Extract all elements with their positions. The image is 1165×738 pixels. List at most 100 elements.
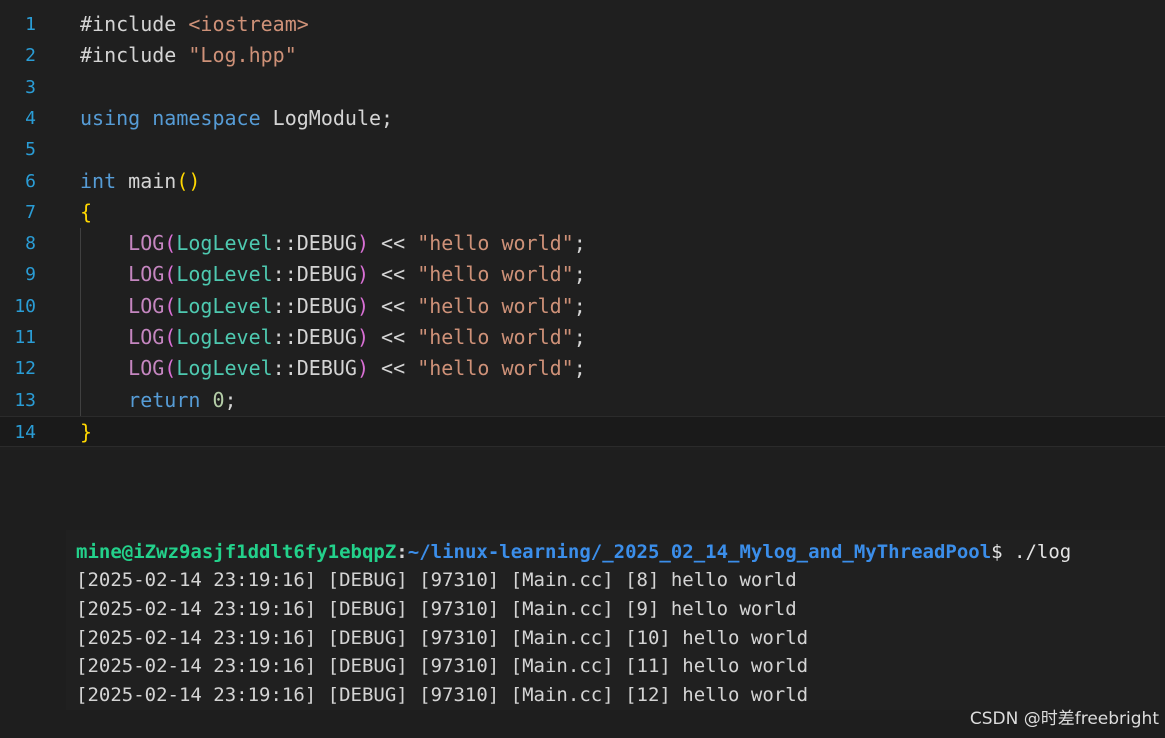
code-line[interactable]: 12 LOG(LogLevel::DEBUG) << "hello world"… [0,353,1165,384]
line-code: #include "Log.hpp" [80,40,297,71]
code-token: LOG [128,325,165,349]
line-code: LOG(LogLevel::DEBUG) << "hello world"; [80,353,586,384]
code-line[interactable]: 2 #include "Log.hpp" [0,40,1165,71]
line-code: } [80,417,92,448]
code-token: ) [356,325,370,349]
code-token: ) [356,293,370,318]
prompt-user-host: mine@iZwz9asjf1ddlt6fy1ebqpZ [76,541,397,563]
code-line[interactable]: 1 #include <iostream> [0,9,1165,40]
terminal-output-line: [2025-02-14 23:19:16] [DEBUG] [97310] [M… [76,569,797,591]
code-token: << [369,231,418,256]
line-number: 13 [14,389,36,411]
code-token: ( [164,325,177,349]
code-line[interactable]: 10 LOG(LogLevel::DEBUG) << "hello world"… [0,291,1165,322]
code-line[interactable]: 8 LOG(LogLevel::DEBUG) << "hello world"; [0,228,1165,259]
code-token: LOG [128,262,165,287]
line-code: using namespace LogModule; [80,103,393,134]
line-code: return 0; [80,385,237,416]
code-token: } [80,419,93,444]
code-token: ( [164,356,177,381]
code-token: 0 [212,387,225,412]
code-token: LogLevel [176,231,273,256]
line-number: 3 [25,76,36,98]
code-line[interactable]: 4 using namespace LogModule; [0,103,1165,134]
line-number: 7 [25,201,36,223]
code-token: main [116,168,177,193]
line-code: #include <iostream> [80,9,309,40]
code-token: << [369,293,418,318]
line-number: 5 [25,139,36,161]
code-token: << [369,325,418,349]
code-token: ::DEBUG [272,356,357,381]
line-code: LOG(LogLevel::DEBUG) << "hello world"; [80,259,586,290]
code-token: ::DEBUG [272,231,357,256]
line-code: LOG(LogLevel::DEBUG) << "hello world"; [80,322,586,353]
code-line[interactable]: 14} [0,415,1165,448]
code-token: ; [573,293,586,318]
code-token: ) [356,231,370,256]
code-token: << [369,356,418,381]
code-token: ) [356,356,370,381]
line-number: 12 [14,358,36,380]
code-token: "hello world" [417,231,574,256]
code-token: ; [573,231,586,256]
code-line[interactable]: 3 [0,72,1165,103]
code-token: LogLevel [176,356,273,381]
code-token: LogLevel [176,293,273,318]
line-number: 8 [25,233,36,255]
line-number: 4 [25,107,36,129]
code-token: ::DEBUG [272,325,357,349]
terminal-output-line: [2025-02-14 23:19:16] [DEBUG] [97310] [M… [76,598,797,620]
prompt-symbol: $ [991,541,1003,563]
code-line[interactable]: 6 int main() [0,166,1165,197]
code-token: using [80,105,141,130]
code-token: LOG [128,356,165,381]
terminal-panel[interactable]: mine@iZwz9asjf1ddlt6fy1ebqpZ:~/linux-lea… [66,530,1160,710]
code-token: LOG [128,231,165,256]
line-number: 9 [25,264,36,286]
code-line[interactable]: 11 LOG(LogLevel::DEBUG) << "hello world"… [0,322,1165,353]
line-code: LOG(LogLevel::DEBUG) << "hello world"; [80,228,586,259]
code-token: ( [164,262,177,287]
line-number: 6 [25,170,36,192]
code-token: #include [80,12,189,36]
code-token: LOG [128,293,165,318]
line-number: 1 [25,14,36,35]
terminal-prompt-line: mine@iZwz9asjf1ddlt6fy1ebqpZ:~/linux-lea… [76,538,1071,567]
line-number: 11 [14,327,36,348]
code-token: namespace [152,105,261,130]
code-line[interactable]: 5 [0,134,1165,165]
terminal-output-line: [2025-02-14 23:19:16] [DEBUG] [97310] [M… [76,684,809,706]
code-token: LogLevel [176,325,273,349]
code-token: LogLevel [176,262,273,287]
line-code: int main() [80,166,200,197]
code-token: LogModule; [260,105,394,130]
code-token: ( [164,293,177,318]
code-token: #include [80,43,189,68]
code-token: ( [164,231,177,256]
prompt-command: ./log [1002,541,1072,563]
code-token: ; [573,356,586,381]
code-token: << [369,262,418,287]
code-token: ::DEBUG [272,293,357,318]
line-code: LOG(LogLevel::DEBUG) << "hello world"; [80,291,586,322]
code-token: ::DEBUG [272,262,357,287]
code-token: ; [224,387,237,412]
code-token: <iostream> [188,12,309,36]
terminal-output-line: [2025-02-14 23:19:16] [DEBUG] [97310] [M… [76,627,809,649]
code-token: "hello world" [417,356,574,381]
code-token: int [80,168,117,193]
code-token: () [176,168,201,193]
code-token: ; [573,262,586,287]
code-line[interactable]: 7{ [0,197,1165,228]
code-line[interactable]: 9 LOG(LogLevel::DEBUG) << "hello world"; [0,259,1165,290]
code-line[interactable]: 13 return 0; [0,385,1165,416]
code-editor[interactable]: 1 #include <iostream> 2 #include "Log.hpp" 3… [0,0,1165,450]
